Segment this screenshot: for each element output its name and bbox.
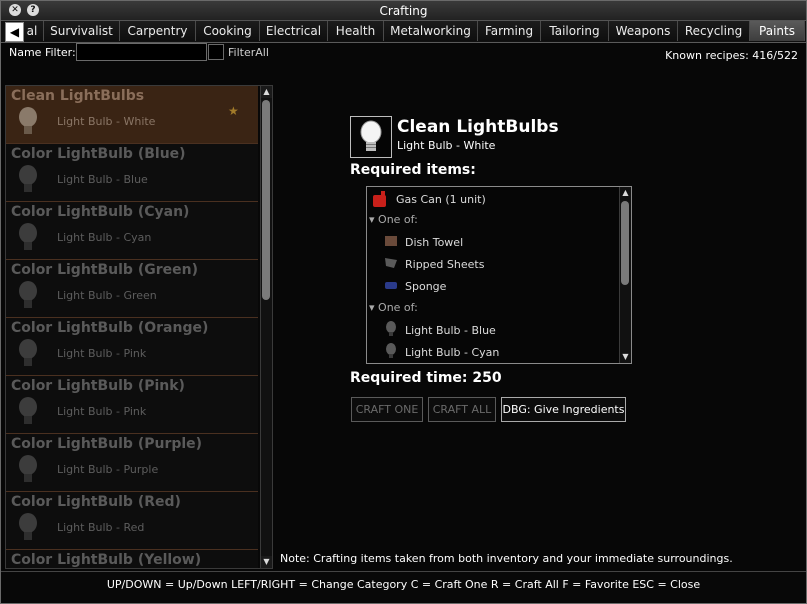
recipe-item[interactable]: Color LightBulb (Yellow) [6, 550, 258, 568]
recipe-result: Light Bulb - Cyan [57, 231, 152, 244]
title-bar[interactable]: ✕ ? Crafting [1, 1, 806, 21]
recipe-name: Color LightBulb (Pink) [11, 378, 185, 394]
recipe-item[interactable]: Color LightBulb (Red) Light Bulb - Red [6, 492, 258, 550]
recipe-list[interactable]: Clean LightBulbs Light Bulb - White ★ Co… [5, 85, 273, 569]
category-tabs: al Survivalist Carpentry Cooking Electri… [1, 21, 806, 43]
recipe-item[interactable]: Color LightBulb (Pink) Light Bulb - Pink [6, 376, 258, 434]
recipe-result-icon [350, 116, 392, 158]
lightbulb-icon [386, 343, 396, 358]
sponge-icon [385, 282, 397, 289]
dish-towel-icon [385, 236, 397, 246]
scrollbar-thumb[interactable] [621, 201, 629, 285]
required-item: Light Bulb - Cyan [405, 346, 500, 359]
gas-can-icon [373, 191, 386, 207]
recipe-result: Light Bulb - Green [57, 289, 157, 302]
recipe-name: Color LightBulb (Red) [11, 494, 181, 510]
required-items-scrollbar[interactable]: ▲ ▼ [619, 187, 631, 363]
recipe-name: Color LightBulb (Cyan) [11, 204, 190, 220]
recipe-result: Light Bulb - Pink [57, 347, 147, 360]
lightbulb-icon [19, 513, 37, 540]
recipe-name: Color LightBulb (Yellow) [11, 552, 202, 568]
ripped-sheets-icon [385, 258, 397, 268]
filter-all-label: FilterAll [228, 46, 269, 59]
lightbulb-icon [19, 339, 37, 366]
recipe-item[interactable]: Color LightBulb (Cyan) Light Bulb - Cyan [6, 202, 258, 260]
recipe-result: Light Bulb - Purple [57, 463, 159, 476]
tab-metalworking[interactable]: Metalworking [384, 21, 478, 41]
required-items-label: Required items: [350, 162, 476, 178]
crafting-note: Note: Crafting items taken from both inv… [280, 552, 733, 565]
favorite-star-icon[interactable]: ★ [228, 104, 239, 118]
required-item: Gas Can (1 unit) [396, 193, 486, 206]
recipe-item[interactable]: Color LightBulb (Green) Light Bulb - Gre… [6, 260, 258, 318]
recipe-result: Light Bulb - Pink [57, 405, 147, 418]
recipe-result: Light Bulb - White [57, 115, 156, 128]
scroll-down-icon[interactable]: ▼ [261, 556, 272, 568]
lightbulb-icon [19, 281, 37, 308]
required-item: Ripped Sheets [405, 258, 485, 271]
lightbulb-icon [19, 165, 37, 192]
tab-farming[interactable]: Farming [478, 21, 541, 41]
tab-general[interactable]: al [21, 21, 44, 41]
name-filter-input[interactable] [76, 43, 207, 61]
scroll-down-icon[interactable]: ▼ [620, 351, 631, 363]
tab-weapons[interactable]: Weapons [609, 21, 678, 41]
scroll-up-icon[interactable]: ▲ [261, 86, 272, 98]
recipe-name: Color LightBulb (Green) [11, 262, 198, 278]
one-of-group-toggle[interactable]: ▾ One of: [369, 213, 418, 226]
lightbulb-icon [386, 321, 396, 336]
lightbulb-icon [19, 397, 37, 424]
recipe-item[interactable]: Color LightBulb (Blue) Light Bulb - Blue [6, 144, 258, 202]
key-hints-bar: UP/DOWN = Up/Down LEFT/RIGHT = Change Ca… [1, 571, 806, 602]
required-time: Required time: 250 [350, 370, 502, 386]
tab-carpentry[interactable]: Carpentry [120, 21, 196, 41]
give-ingredients-button[interactable]: DBG: Give Ingredients [501, 397, 626, 422]
recipe-subtitle: Light Bulb - White [397, 139, 496, 152]
required-item: Light Bulb - Blue [405, 324, 496, 337]
craft-one-button[interactable]: CRAFT ONE [351, 397, 423, 422]
one-of-label: One of: [378, 301, 418, 314]
crafting-window: ✕ ? Crafting al Survivalist Carpentry Co… [0, 0, 807, 604]
recipe-title: Clean LightBulbs [397, 117, 559, 137]
lightbulb-icon [19, 107, 37, 134]
white-lightbulb-icon [360, 120, 382, 151]
recipe-result: Light Bulb - Blue [57, 173, 148, 186]
recipe-item[interactable]: Color LightBulb (Orange) Light Bulb - Pi… [6, 318, 258, 376]
recipe-list-scrollbar[interactable]: ▲ ▼ [260, 86, 272, 568]
tab-health[interactable]: Health [328, 21, 384, 41]
recipe-name: Color LightBulb (Orange) [11, 320, 209, 336]
tab-paints[interactable]: Paints [750, 21, 805, 41]
tab-scroll-left-button[interactable]: ◀ [5, 22, 24, 42]
tab-survivalist[interactable]: Survivalist [44, 21, 120, 41]
tab-cooking[interactable]: Cooking [196, 21, 260, 41]
scrollbar-thumb[interactable] [262, 100, 270, 300]
key-hints: UP/DOWN = Up/Down LEFT/RIGHT = Change Ca… [106, 578, 701, 591]
lightbulb-icon [19, 455, 37, 482]
required-item: Dish Towel [405, 236, 464, 249]
recipe-item[interactable]: Clean LightBulbs Light Bulb - White ★ [6, 86, 258, 144]
recipe-result: Light Bulb - Red [57, 521, 145, 534]
recipe-name: Color LightBulb (Blue) [11, 146, 186, 162]
one-of-label: One of: [378, 213, 418, 226]
required-items-list[interactable]: Gas Can (1 unit) ▾ One of: Dish Towel Ri… [366, 186, 632, 364]
tab-recycling[interactable]: Recycling [678, 21, 750, 41]
recipe-name: Color LightBulb (Purple) [11, 436, 203, 452]
name-filter-label: Name Filter: [9, 46, 76, 59]
craft-all-button[interactable]: CRAFT ALL [428, 397, 496, 422]
tab-electrical[interactable]: Electrical [260, 21, 328, 41]
scroll-up-icon[interactable]: ▲ [620, 187, 631, 199]
required-item: Sponge [405, 280, 447, 293]
recipe-name: Clean LightBulbs [11, 88, 145, 104]
lightbulb-icon [19, 223, 37, 250]
window-title: Crafting [379, 4, 428, 18]
one-of-group-toggle[interactable]: ▾ One of: [369, 301, 418, 314]
recipe-item[interactable]: Color LightBulb (Purple) Light Bulb - Pu… [6, 434, 258, 492]
filter-all-checkbox[interactable] [208, 44, 224, 60]
tab-tailoring[interactable]: Tailoring [541, 21, 609, 41]
known-recipes: Known recipes: 416/522 [665, 49, 798, 62]
